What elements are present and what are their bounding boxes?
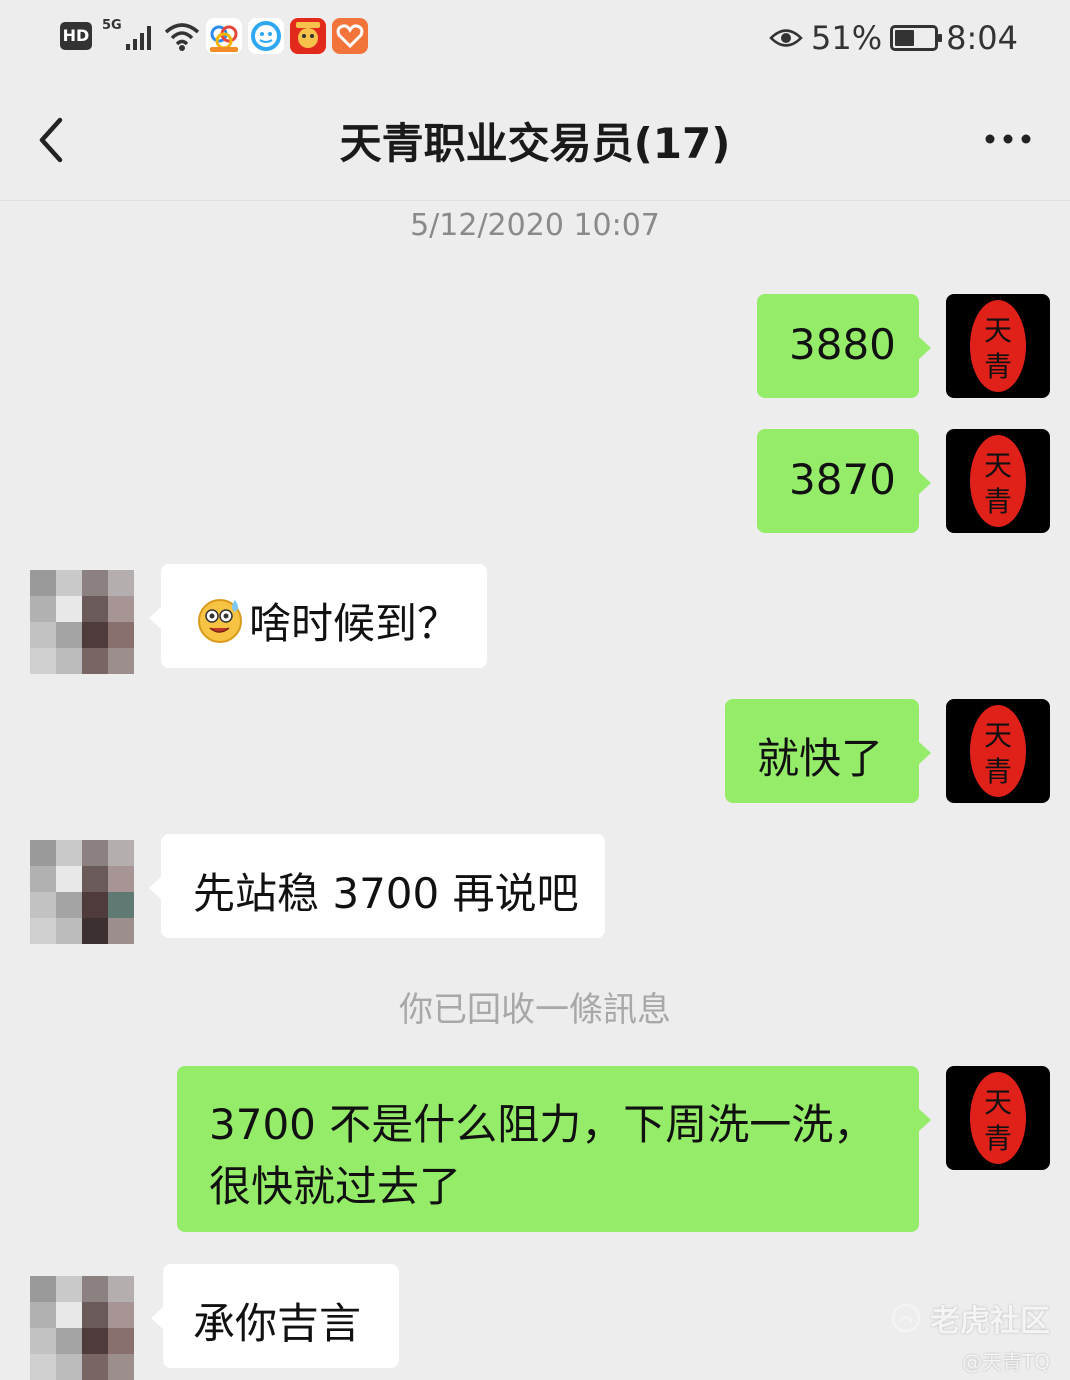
message-text-line-2: 很快就过去了: [209, 1162, 462, 1211]
message-bubble-sent[interactable]: 就快了: [725, 699, 931, 803]
battery-icon: [890, 25, 943, 51]
message-text: 先站稳 3700 再说吧: [193, 869, 579, 918]
signal-icon: [126, 26, 151, 50]
chat-header: 天青职业交易员(17): [0, 80, 1070, 201]
network-type-label: 5G: [102, 18, 122, 33]
my-avatar[interactable]: 天 青: [946, 429, 1050, 533]
message-text: 就快了: [757, 734, 884, 783]
qq-icon: [248, 18, 284, 54]
sweat-laugh-emoji: [198, 599, 242, 643]
hd-indicator: HD: [60, 22, 92, 50]
tiger-community-logo-icon: [891, 1303, 921, 1333]
message-text-line-1: 3700 不是什么阻力，下周洗一洗，: [209, 1100, 876, 1149]
status-bar: HD 5G 51% 8:04: [0, 0, 1070, 78]
my-avatar[interactable]: 天 青: [946, 1066, 1050, 1170]
svg-text:天: 天: [984, 1086, 1012, 1119]
contact-avatar-pixelated[interactable]: [30, 1276, 134, 1380]
message-bubble-sent[interactable]: 3880: [757, 294, 931, 398]
watermark: 老虎社区 @天青TQ: [890, 1296, 1050, 1375]
message-text: 3880: [789, 320, 896, 369]
message-bubble-sent[interactable]: 3870: [757, 429, 931, 533]
clock: 8:04: [946, 19, 1018, 57]
more-dots-icon[interactable]: [982, 124, 1034, 154]
message-bubble-received[interactable]: 啥时候到？: [149, 564, 487, 668]
message-bubble-received[interactable]: 承你吉言: [151, 1264, 399, 1368]
chat-timestamp: 5/12/2020 10:07: [410, 208, 660, 243]
svg-text:青: 青: [984, 1122, 1012, 1155]
eye-icon: [769, 29, 803, 47]
watermark-main-text: 老虎社区: [930, 1304, 1050, 1339]
svg-text:青: 青: [984, 485, 1012, 518]
battery-percent: 51%: [811, 19, 883, 57]
message-bubble-received[interactable]: 先站稳 3700 再说吧: [149, 834, 605, 938]
baidu-cloud-icon: [206, 18, 242, 54]
heart-app-icon: [332, 18, 368, 54]
watermark-sub-text: @天青TQ: [962, 1350, 1050, 1374]
message-text: 承你吉言: [193, 1299, 362, 1348]
status-right-group: 51% 8:04: [769, 18, 1018, 58]
svg-text:天: 天: [984, 449, 1012, 482]
red-envelope-app-icon: [290, 18, 326, 54]
message-bubble-sent[interactable]: 3700 不是什么阻力，下周洗一洗， 很快就过去了: [177, 1066, 931, 1232]
my-avatar[interactable]: 天 青: [946, 699, 1050, 803]
my-avatar[interactable]: 天 青: [946, 294, 1050, 398]
seal-text-bottom: 青: [984, 350, 1012, 383]
message-text: 啥时候到？: [249, 599, 460, 648]
recall-notice: 你已回收一條訊息: [399, 990, 671, 1030]
battery-fill: [895, 30, 915, 46]
message-text: 3870: [789, 455, 896, 504]
svg-text:青: 青: [984, 755, 1012, 788]
contact-avatar-pixelated[interactable]: [30, 570, 134, 674]
chat-title: 天青职业交易员(17): [339, 119, 731, 168]
wifi-icon: [164, 23, 200, 51]
contact-avatar-pixelated[interactable]: [30, 840, 134, 944]
seal-text-top: 天: [984, 314, 1012, 347]
svg-text:天: 天: [984, 719, 1012, 752]
